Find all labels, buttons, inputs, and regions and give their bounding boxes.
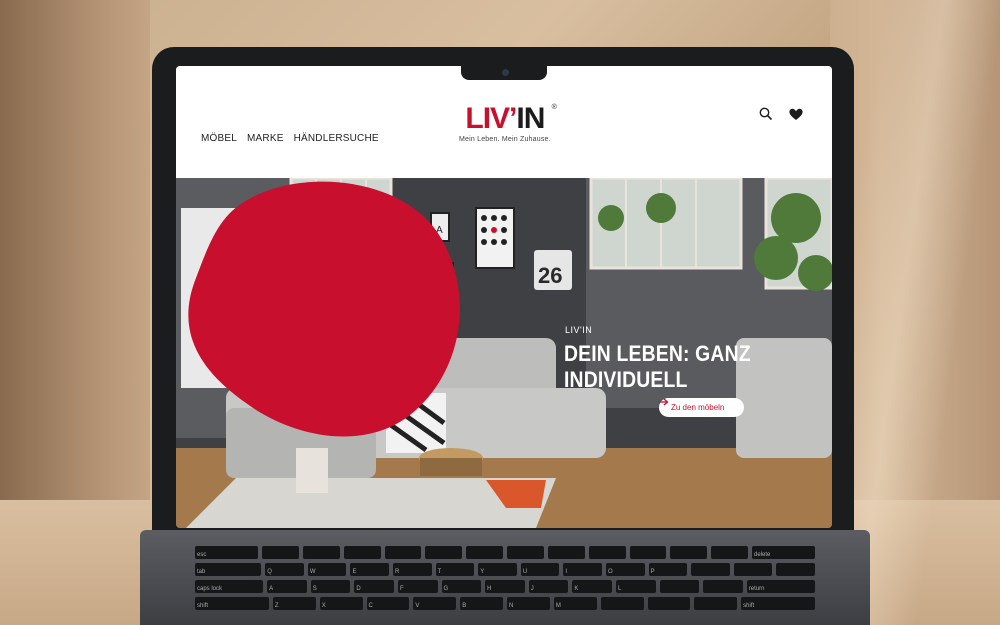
keyboard-key[interactable]: I <box>563 563 603 576</box>
promo-kicker: LIV'IN <box>565 325 593 335</box>
keyboard-key[interactable] <box>343 546 381 559</box>
keyboard-key[interactable] <box>302 546 340 559</box>
keyboard-row: caps lock A S D F G H J K Lreturn <box>195 580 815 593</box>
keyboard-key[interactable]: O <box>606 563 645 576</box>
keyboard-key[interactable] <box>425 546 463 559</box>
keyboard-key[interactable]: shift <box>741 597 816 610</box>
keyboard-row: esc delete <box>195 546 816 559</box>
keyboard-key[interactable]: K <box>572 580 612 593</box>
keyboard-key[interactable]: V <box>413 597 457 610</box>
keyboard-key[interactable]: S <box>310 580 351 593</box>
nav-item-marke[interactable]: MARKE <box>247 133 284 144</box>
logo-part-in: IN <box>516 102 545 135</box>
keyboard-key[interactable]: G <box>441 580 482 593</box>
keyboard-key[interactable] <box>776 563 815 576</box>
logo-wordmark: LIV’IN <box>459 104 551 134</box>
cta-button[interactable]: Zu den möbeln <box>659 398 745 417</box>
registered-mark: ® <box>551 104 557 111</box>
keyboard-row: shift Z X C V B N Mshift <box>195 597 816 610</box>
promo-title: DEIN LEBEN: GANZ INDIVIDUELL <box>564 341 751 392</box>
keyboard-key[interactable] <box>670 546 708 559</box>
keyboard-key[interactable]: Q <box>265 563 304 576</box>
keyboard-key[interactable]: P <box>648 563 688 576</box>
keyboard-key[interactable]: tab <box>195 563 262 576</box>
keyboard-key[interactable] <box>711 546 749 559</box>
keyboard-key[interactable]: H <box>485 580 525 593</box>
keyboard-key[interactable]: Z <box>272 597 316 610</box>
keyboard-key[interactable]: U <box>520 563 560 576</box>
keyboard-key[interactable]: esc <box>195 546 259 559</box>
keyboard-key[interactable] <box>588 546 626 559</box>
keyboard-key[interactable]: L <box>615 580 656 593</box>
camera-icon <box>502 69 509 76</box>
nav-item-moebel[interactable]: MÖBEL <box>201 133 237 144</box>
header-icons <box>758 106 804 122</box>
keyboard-key[interactable]: T <box>435 563 475 576</box>
keyboard-key[interactable]: N <box>507 597 550 610</box>
keyboard-key[interactable]: C <box>366 597 410 610</box>
keyboard-key[interactable]: B <box>460 597 504 610</box>
keyboard-row: tab Q W E R T Y U I O P <box>195 563 815 576</box>
keyboard-key[interactable]: X <box>319 597 363 610</box>
keyboard-key[interactable] <box>629 546 667 559</box>
keyboard-key[interactable]: W <box>307 563 347 576</box>
main-nav: MÖBEL MARKE HÄNDLERSUCHE <box>201 133 379 144</box>
keyboard-key[interactable] <box>703 580 743 593</box>
search-icon[interactable] <box>758 106 774 122</box>
keyboard-key[interactable]: M <box>553 597 597 610</box>
keyboard-key[interactable]: return <box>746 580 815 593</box>
keyboard-key[interactable] <box>384 546 422 559</box>
keyboard-key[interactable] <box>507 546 544 559</box>
hero-banner: A 26 LIV'IN DEIN LEBEN: GANZ INDIVIDUELL… <box>176 178 832 528</box>
keyboard-key[interactable]: F <box>397 580 438 593</box>
keyboard-key[interactable]: delete <box>752 546 816 559</box>
keyboard-key[interactable] <box>547 546 585 559</box>
logo-part-liv: LIV <box>465 102 510 135</box>
keyboard-key[interactable] <box>466 546 504 559</box>
keyboard-key[interactable]: A <box>267 580 307 593</box>
keyboard-key[interactable] <box>691 563 730 576</box>
keyboard-key[interactable]: shift <box>195 597 269 610</box>
keyboard-key[interactable] <box>659 580 700 593</box>
keyboard-key[interactable]: D <box>354 580 394 593</box>
promo-shape <box>188 181 460 437</box>
keyboard-key[interactable] <box>600 597 644 610</box>
heart-icon[interactable] <box>788 106 804 122</box>
nav-item-haendlersuche[interactable]: HÄNDLERSUCHE <box>294 133 379 144</box>
keyboard-key[interactable]: J <box>528 580 569 593</box>
brand-logo[interactable]: LIV’IN ® Mein Leben. Mein Zuhause. <box>459 104 557 144</box>
keyboard-key[interactable]: caps lock <box>195 580 264 593</box>
keyboard-key[interactable]: E <box>350 563 390 576</box>
keyboard-key[interactable]: R <box>393 563 432 576</box>
keyboard-key[interactable] <box>733 563 773 576</box>
keyboard-key[interactable] <box>694 597 738 610</box>
site-header: MÖBEL MARKE HÄNDLERSUCHE LIV’IN ® Mein L… <box>176 66 832 178</box>
logo-tagline: Mein Leben. Mein Zuhause. <box>459 136 551 143</box>
cta-button-label: Zu den möbeln <box>671 403 725 412</box>
keyboard: esc delete tab Q W E R T Y U I O Pcaps lock A S D F G H J K L… <box>195 546 816 625</box>
keyboard-key[interactable] <box>262 546 299 559</box>
laptop-screen: MÖBEL MARKE HÄNDLERSUCHE LIV’IN ® Mein L… <box>176 66 832 528</box>
keyboard-key[interactable]: Y <box>478 563 517 576</box>
calendar-number: 26 <box>538 263 562 288</box>
keyboard-key[interactable] <box>647 597 691 610</box>
